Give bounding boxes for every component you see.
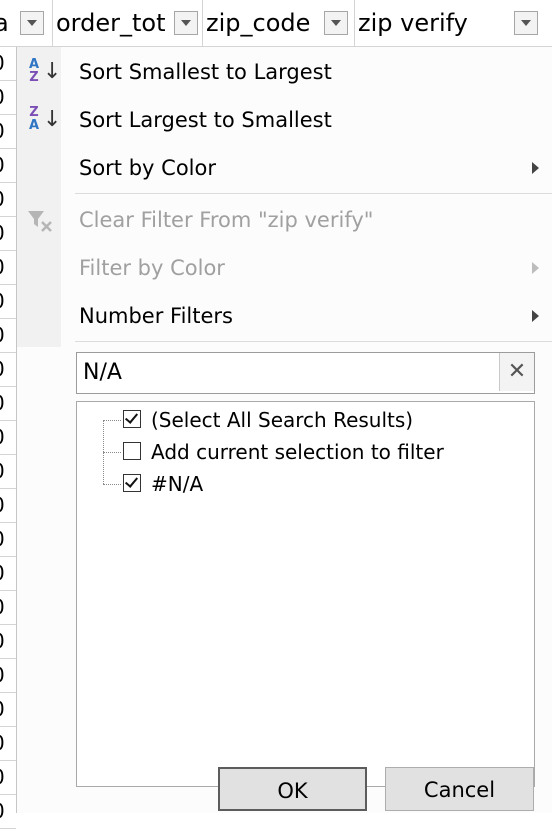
submenu-arrow-icon <box>532 162 539 174</box>
menu-item-label: Clear Filter From "zip verify" <box>79 208 374 232</box>
column-header-zip-code: zip_code <box>202 0 355 46</box>
clear-filter-icon <box>28 211 52 232</box>
cell[interactable]: 0 <box>0 591 16 625</box>
clear-search-button[interactable]: ✕ <box>499 353 534 391</box>
menu-item-clear-filter[interactable]: Clear Filter From "zip verify" <box>17 197 552 243</box>
tree-connector <box>103 420 121 421</box>
cell-value: 0 <box>0 493 5 517</box>
cell[interactable]: 0 <box>0 523 16 557</box>
menu-item-label: Sort Smallest to Largest <box>79 60 332 84</box>
cell-value: 0 <box>0 425 5 449</box>
tree-connector <box>103 452 121 453</box>
sort-ascending-icon: A Z ↓ <box>28 57 62 85</box>
cell[interactable]: 0 <box>0 625 16 659</box>
menu-item-sort-largest-to-smallest[interactable]: Z A ↓ Sort Largest to Smallest <box>17 97 552 143</box>
filter-dropdown-button[interactable] <box>20 11 44 35</box>
filter-search-box: ✕ <box>76 352 535 394</box>
cell[interactable]: 0 <box>0 353 16 387</box>
cell[interactable]: 0 <box>0 251 16 285</box>
submenu-arrow-icon <box>532 310 539 322</box>
cell-value: 0 <box>0 765 5 789</box>
filter-dropdown-button-active[interactable] <box>514 11 538 35</box>
column-header-order-tot: order_tot <box>52 0 203 46</box>
menu-divider <box>75 341 552 342</box>
cell[interactable]: 0 <box>0 285 16 319</box>
checkbox-checked[interactable] <box>123 474 141 492</box>
cell[interactable]: 0 <box>0 761 16 795</box>
filter-dropdown-button[interactable] <box>324 11 348 35</box>
column-header-label: a <box>0 0 9 46</box>
cell-value: 0 <box>0 697 5 721</box>
tree-connector <box>103 484 121 485</box>
cell[interactable]: 0 <box>0 81 16 115</box>
cell-value: 0 <box>0 391 5 415</box>
cell-value: 0 <box>0 323 5 347</box>
column-header-label: order_tot <box>56 9 166 37</box>
list-item-label: Add current selection to filter <box>151 440 444 464</box>
column-header-label: zip verify <box>358 9 468 37</box>
sort-descending-icon: Z A ↓ <box>28 105 62 133</box>
cell-value: 0 <box>0 221 5 245</box>
cell-value: 0 <box>0 459 5 483</box>
cell-value: 0 <box>0 51 5 75</box>
cell[interactable]: 0 <box>0 217 16 251</box>
search-input[interactable] <box>77 353 503 391</box>
autofilter-dropdown-panel: A Z ↓ Sort Smallest to Largest Z A ↓ Sor… <box>16 47 552 813</box>
filter-values-list: (Select All Search Results) Add current … <box>76 401 535 787</box>
menu-divider <box>75 193 552 194</box>
cell[interactable]: 0 <box>0 455 16 489</box>
menu-item-label: Number Filters <box>79 304 233 328</box>
cell[interactable]: 0 <box>0 557 16 591</box>
cell-value: 0 <box>0 289 5 313</box>
cell[interactable]: 0 <box>0 489 16 523</box>
cell-value: 0 <box>0 663 5 687</box>
cell[interactable]: 0 <box>0 795 16 829</box>
checkbox-checked[interactable] <box>123 410 141 428</box>
menu-item-number-filters[interactable]: Number Filters <box>17 293 552 339</box>
ok-button[interactable]: OK <box>218 767 367 811</box>
column-header-a: a <box>0 0 53 46</box>
cell-value: 0 <box>0 527 5 551</box>
cell-value: 0 <box>0 357 5 381</box>
menu-item-label: Sort Largest to Smallest <box>79 108 332 132</box>
cancel-button[interactable]: Cancel <box>385 767 534 811</box>
cell-value: 0 <box>0 255 5 279</box>
checkbox-unchecked[interactable] <box>123 442 141 460</box>
list-item-label: (Select All Search Results) <box>151 408 414 432</box>
cell[interactable]: 0 <box>0 659 16 693</box>
menu-item-filter-by-color[interactable]: Filter by Color <box>17 245 552 291</box>
list-item-label: #N/A <box>151 472 204 496</box>
column-header-row: a order_tot zip_code zip verify <box>0 0 552 47</box>
cell[interactable]: 0 <box>0 319 16 353</box>
cell[interactable]: 0 <box>0 727 16 761</box>
submenu-arrow-icon <box>532 262 539 274</box>
cell[interactable]: 0 <box>0 115 16 149</box>
cell-value: 0 <box>0 595 5 619</box>
cell-value: 0 <box>0 187 5 211</box>
cell[interactable]: 0 <box>0 421 16 455</box>
cell-value: 0 <box>0 119 5 143</box>
column-header-zip-verify: zip verify <box>354 0 552 46</box>
filter-dropdown-button[interactable] <box>174 11 198 35</box>
menu-item-label: Sort by Color <box>79 156 216 180</box>
menu-item-sort-smallest-to-largest[interactable]: A Z ↓ Sort Smallest to Largest <box>17 49 552 95</box>
cell-value: 0 <box>0 731 5 755</box>
cell-value: 0 <box>0 85 5 109</box>
cell[interactable]: 0 <box>0 47 16 81</box>
menu-item-label: Filter by Color <box>79 256 225 280</box>
cell-value: 0 <box>0 153 5 177</box>
cell-value: 0 <box>0 561 5 585</box>
cell[interactable]: 0 <box>0 149 16 183</box>
cell-value: 0 <box>0 629 5 653</box>
cell-value: 0 <box>0 799 5 823</box>
column-header-label: zip_code <box>206 9 311 37</box>
cell[interactable]: 0 <box>0 387 16 421</box>
cell[interactable]: 0 <box>0 183 16 217</box>
cell[interactable]: 0 <box>0 693 16 727</box>
menu-item-sort-by-color[interactable]: Sort by Color <box>17 145 552 191</box>
left-column-cells: 0 0 0 0 0 0 0 0 0 0 0 0 0 0 0 0 0 0 0 0 … <box>0 47 16 829</box>
